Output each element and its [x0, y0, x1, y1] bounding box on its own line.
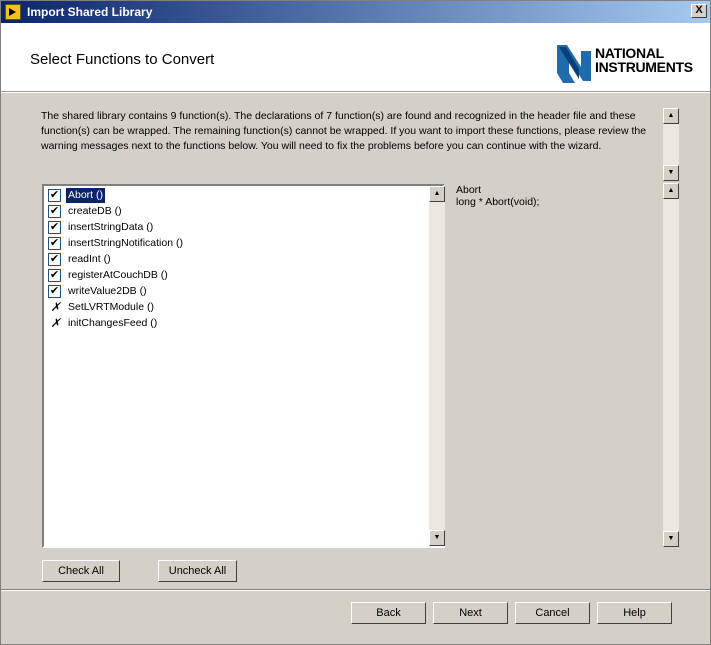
cancel-button[interactable]: Cancel	[515, 602, 590, 624]
error-x-icon: ✗	[50, 316, 61, 330]
scroll-down-arrow-icon[interactable]: ▼	[663, 531, 679, 547]
page-title: Select Functions to Convert	[30, 51, 215, 68]
function-label: insertStringNotification ()	[68, 237, 183, 249]
scroll-up-arrow-icon[interactable]: ▲	[663, 183, 679, 199]
function-label: insertStringData ()	[68, 221, 154, 233]
detail-scrollbar[interactable]: ▲ ▼	[663, 183, 679, 547]
description-scrollbar[interactable]: ▲ ▼	[663, 108, 679, 181]
function-label: readInt ()	[68, 253, 111, 265]
function-list-scrollbar[interactable]: ▲ ▼	[429, 186, 445, 546]
function-label: initChangesFeed ()	[68, 317, 158, 329]
function-detail-name: Abort	[456, 184, 482, 196]
scroll-up-arrow-icon[interactable]: ▲	[663, 108, 679, 124]
function-detail-signature: long * Abort(void);	[456, 196, 540, 208]
error-x-icon: ✗	[50, 300, 61, 314]
checkbox[interactable]: ✔	[48, 269, 61, 282]
labview-app-icon	[5, 4, 21, 20]
ni-wordmark: NATIONAL INSTRUMENTS	[595, 46, 693, 74]
ni-logo: NATIONAL INSTRUMENTS	[557, 43, 701, 87]
checkbox[interactable]: ✔	[48, 253, 61, 266]
function-label: SetLVRTModule ()	[68, 301, 154, 313]
function-detail-panel: Abort long * Abort(void);	[456, 184, 656, 208]
import-shared-library-window: Import Shared Library X Select Functions…	[0, 0, 711, 645]
help-button[interactable]: Help	[597, 602, 672, 624]
checkbox[interactable]: ✔	[48, 285, 61, 298]
function-label: Abort ()	[64, 187, 107, 204]
function-label: createDB ()	[68, 205, 122, 217]
title-bar: Import Shared Library X	[1, 1, 710, 23]
scroll-down-arrow-icon[interactable]: ▼	[663, 165, 679, 181]
ni-wordmark-line2: INSTRUMENTS	[595, 59, 693, 75]
checkbox[interactable]: ✔	[48, 221, 61, 234]
window-title: Import Shared Library	[27, 5, 153, 19]
checkbox[interactable]: ✔	[48, 189, 61, 202]
checkbox[interactable]: ✔	[48, 237, 61, 250]
header-separator	[1, 92, 710, 93]
scroll-down-arrow-icon[interactable]: ▼	[429, 530, 445, 546]
checkbox[interactable]: ✔	[48, 205, 61, 218]
next-button[interactable]: Next	[433, 602, 508, 624]
footer-separator-highlight	[1, 590, 710, 591]
function-label: writeValue2DB ()	[68, 285, 147, 297]
scroll-up-arrow-icon[interactable]: ▲	[429, 186, 445, 202]
uncheck-all-button[interactable]: Uncheck All	[158, 560, 237, 582]
ni-eagle-logo-icon	[557, 45, 591, 83]
function-label: registerAtCouchDB ()	[68, 269, 168, 281]
close-button[interactable]: X	[691, 4, 707, 18]
description-text: The shared library contains 9 function(s…	[41, 110, 647, 152]
ni-wordmark-line1: NATIONAL	[595, 45, 664, 61]
function-list-items: ✔ Abort () ✔ createDB () ✔ insertStringData (…	[44, 186, 429, 546]
check-all-button[interactable]: Check All	[42, 560, 120, 582]
function-list[interactable]: ✔ Abort () ✔ createDB () ✔ insertStringData (…	[42, 184, 445, 548]
wizard-header: Select Functions to Convert NATIONAL INS…	[1, 23, 710, 92]
back-button[interactable]: Back	[351, 602, 426, 624]
